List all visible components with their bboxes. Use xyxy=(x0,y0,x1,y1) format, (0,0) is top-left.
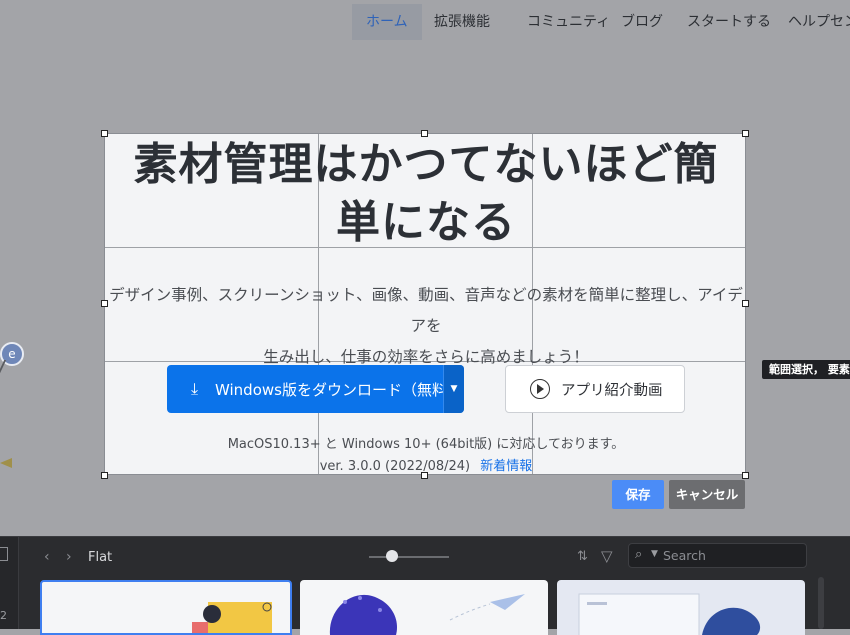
filter-icon[interactable]: ▽ xyxy=(601,547,613,565)
nav-item-getting-started[interactable]: スタートする xyxy=(687,4,771,40)
nav-item-community[interactable]: コミュニティ xyxy=(527,4,610,40)
intro-video-label: アプリ紹介動画 xyxy=(561,383,663,399)
nav-item-help-center[interactable]: ヘルプセン xyxy=(788,4,850,40)
resize-handle-bottom-right[interactable] xyxy=(742,472,749,479)
scrollbar[interactable] xyxy=(818,577,824,629)
save-button[interactable]: 保存 xyxy=(612,480,664,509)
hero-title: 素材管理はかつてないほど簡 単になる xyxy=(105,136,745,252)
nav-item-extensions[interactable]: 拡張機能 xyxy=(434,4,490,40)
site-nav: ホーム 拡張機能 コミュニティ ブログ スタートする ヘルプセン xyxy=(0,0,850,44)
download-windows-button[interactable]: ⤓ Windows版をダウンロード（無料） ▼ xyxy=(167,365,464,413)
thumbnail-illustration-1 xyxy=(192,602,272,633)
forward-arrow-icon[interactable]: › xyxy=(66,549,72,565)
intro-video-button[interactable]: アプリ紹介動画 xyxy=(505,365,685,413)
nav-item-blog[interactable]: ブログ xyxy=(621,4,663,40)
sort-icon[interactable]: ⇅ xyxy=(577,549,588,564)
resize-handle-left[interactable] xyxy=(101,300,108,307)
chevron-down-icon[interactable]: ▼ xyxy=(651,549,658,559)
back-arrow-icon[interactable]: ‹ xyxy=(44,549,50,565)
hero-subtitle: デザイン事例、スクリーンショット、画像、動画、音声などの素材を簡単に整理し、アイ… xyxy=(105,280,745,373)
thumbnail-size-slider-handle[interactable] xyxy=(386,550,398,562)
download-icon: ⤓ xyxy=(191,379,199,398)
left-sidebar-strip: 2 xyxy=(0,537,19,629)
resize-handle-right[interactable] xyxy=(742,300,749,307)
capture-region[interactable]: 素材管理はかつてないほど簡 単になる デザイン事例、スクリーンショット、画像、動… xyxy=(104,133,746,475)
nav-item-home[interactable]: ホーム xyxy=(352,4,422,40)
resize-handle-top-left[interactable] xyxy=(101,130,108,137)
download-dropdown-chevron-icon[interactable]: ▼ xyxy=(443,365,464,413)
capture-tooltip: 範囲選択， 要素 xyxy=(762,360,850,379)
news-link[interactable]: 新着情報 xyxy=(480,459,533,474)
folder-name: Flat xyxy=(88,550,113,565)
resize-handle-bottom[interactable] xyxy=(421,472,428,479)
sidebar-toggle-icon[interactable] xyxy=(0,547,8,561)
version-text: ver. 3.0.0 (2022/08/24) xyxy=(319,459,471,474)
download-button-label: Windows版をダウンロード（無料） xyxy=(215,381,462,399)
resize-handle-top-right[interactable] xyxy=(742,130,749,137)
search-icon: ⌕ xyxy=(635,547,643,562)
play-icon xyxy=(530,379,550,399)
resize-handle-top[interactable] xyxy=(421,130,428,137)
cancel-button[interactable]: キャンセル xyxy=(669,480,745,509)
search-placeholder: Search xyxy=(663,548,706,563)
hero-title-line-2: 単になる xyxy=(336,197,516,248)
thumbnail-illustration-2 xyxy=(329,594,525,635)
thumbnail-item[interactable] xyxy=(40,580,292,635)
thumbnail-item[interactable] xyxy=(300,580,548,635)
thumbnail-item[interactable] xyxy=(557,580,805,635)
sidebar-count: 2 xyxy=(0,609,7,622)
thumbnail-size-slider[interactable] xyxy=(369,556,449,558)
library-panel: 2 ‹ › Flat ⇅ ▽ ⌕ ▼ Search xyxy=(0,536,850,635)
hero-title-line-1: 素材管理はかつてないほど簡 xyxy=(133,139,719,190)
support-text: MacOS10.13+ と Windows 10+ (64bit版) に対応して… xyxy=(227,437,625,452)
resize-handle-bottom-left[interactable] xyxy=(101,472,108,479)
illustration-line xyxy=(0,360,17,378)
thumbnail-illustration-3 xyxy=(578,593,761,635)
illustration-shape xyxy=(0,458,12,468)
hero-subtitle-line-1: デザイン事例、スクリーンショット、画像、動画、音声などの素材を簡単に整理し、アイ… xyxy=(109,286,743,335)
search-input[interactable]: ⌕ ▼ Search xyxy=(628,543,807,568)
